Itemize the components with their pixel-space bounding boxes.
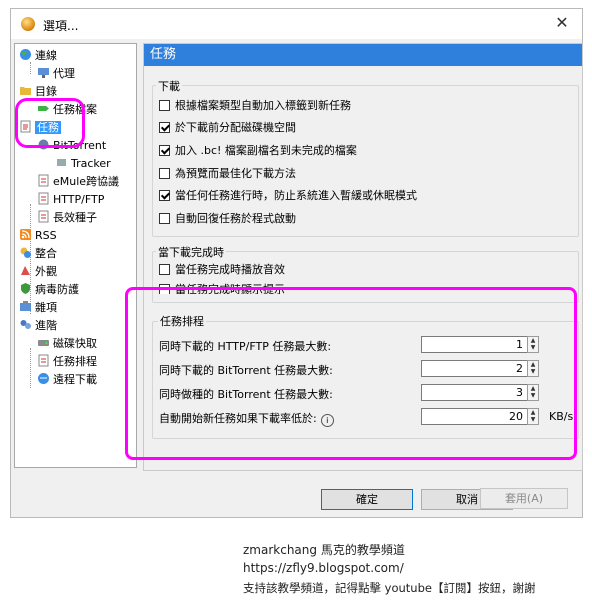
highlight-task-tree [15,98,85,148]
tree-item-http-ftp[interactable]: HTTP/FTP [37,191,104,208]
option-preview-optimize[interactable]: 為預覽而最佳化下載方法 [159,166,296,182]
footer-url: https://zfly9.blogspot.com/ [243,561,404,575]
highlight-task-schedule [125,287,577,460]
checkbox[interactable] [159,213,170,224]
tree-item-disk-cache[interactable]: 磁碟快取 [37,335,97,352]
checkbox[interactable] [159,264,170,275]
tree-item-rss[interactable]: RSS [19,227,57,244]
panel-title: 任務 [144,44,582,66]
tree-item-antivirus[interactable]: 病毒防護 [19,281,79,298]
window-title: 選項... [43,19,79,33]
close-button[interactable]: ✕ [552,13,572,33]
apply-button[interactable]: 套用(A) [480,488,568,509]
tree-item-misc[interactable]: 雜項 [19,299,57,316]
checkbox[interactable] [159,145,170,156]
tree-item-task-schedule[interactable]: 任務排程 [37,353,97,370]
tracker-icon [57,159,66,166]
option-auto-resume[interactable]: 自動回復任務於程式啟動 [159,211,296,227]
download-group-label: 下載 [156,78,182,94]
option-bc-extension[interactable]: 加入 .bc! 檔案副檔名到未完成的檔案 [159,143,357,159]
http-icon [38,192,49,205]
seed-icon [38,210,49,223]
option-preallocate[interactable]: 於下載前分配磁碟機空間 [159,120,296,136]
remote-icon [38,373,49,384]
network-icon [38,68,49,78]
disk-icon [38,340,49,346]
ok-button[interactable]: 確定 [321,489,413,510]
bitcomet-app-icon [21,17,35,31]
appearance-icon [21,266,30,275]
folder-icon [20,87,31,95]
footer-channel: zmarkchang 馬克的教學頻道 [243,543,405,557]
tree-item-advanced[interactable]: 進階 [19,317,57,334]
tree-item-tracker[interactable]: Tracker [55,155,111,172]
advanced-icon [20,320,31,329]
tree-item-connection[interactable]: 連線 [19,47,57,64]
integration-icon [20,247,31,258]
option-play-sound[interactable]: 當任務完成時播放音效 [159,262,285,278]
schedule-icon [38,354,49,367]
footer-subscribe: 支持該教學頻道，記得點擊 youtube【訂閱】按鈕，謝謝 [243,581,536,595]
tree-item-appearance[interactable]: 外觀 [19,263,57,280]
emule-icon [38,174,49,187]
globe-icon [20,49,31,60]
download-complete-group-label: 當下載完成時 [156,244,226,260]
tree-item-proxy[interactable]: 代理 [37,65,75,82]
checkbox[interactable] [159,122,170,133]
tree-item-integration[interactable]: 整合 [19,245,57,262]
title-bar: 選項... ✕ [11,9,582,39]
checkbox[interactable] [159,100,170,111]
checkbox[interactable] [159,190,170,201]
tree-item-remote-download[interactable]: 遠程下載 [37,371,97,388]
rss-icon [20,229,31,240]
shield-icon [21,283,30,294]
option-auto-tag[interactable]: 根據檔案類型自動加入標籤到新任務 [159,98,351,114]
tree-item-emule[interactable]: eMule跨協議 [37,173,119,190]
tree-item-long-term-seed[interactable]: 長效種子 [37,209,97,226]
option-prevent-sleep[interactable]: 當任何任務進行時，防止系統進入暫緩或休眠模式 [159,188,417,204]
checkbox[interactable] [159,168,170,179]
misc-icon [20,301,31,311]
